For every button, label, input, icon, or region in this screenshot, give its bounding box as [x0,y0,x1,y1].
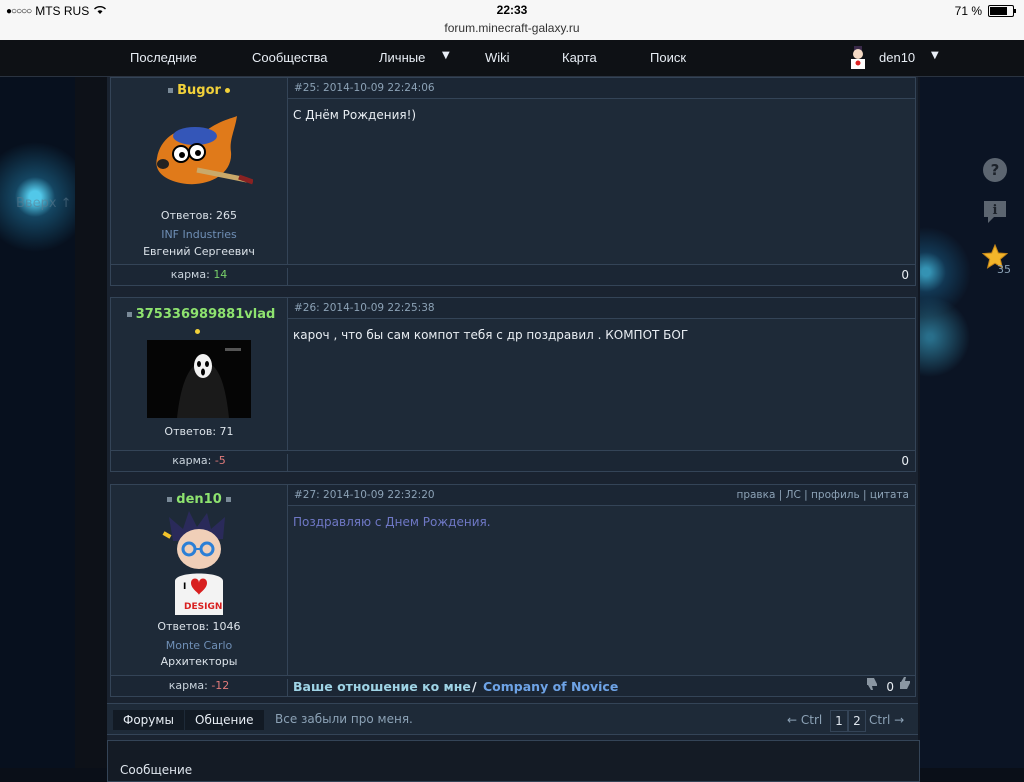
tab-forums[interactable]: Форумы [113,710,184,730]
reply-form[interactable]: Сообщение [107,740,920,782]
author-group-link[interactable]: INF Industries [111,228,287,241]
author-name[interactable]: Bugor [111,83,287,98]
author-avatar[interactable]: DESIGN I [161,511,241,615]
post-author: 375336989881vlad Ответов: 71 [111,298,288,451]
author-replies: Ответов: 1046 [157,620,241,633]
top-navigation: Последние Сообщества Личные ▼ Wiki Карта… [0,40,1024,77]
post-meta[interactable]: #26: 2014-10-09 22:25:38 [294,302,435,314]
author-name[interactable]: den10 [111,492,287,507]
post-header: #26: 2014-10-09 22:25:38 [288,298,915,319]
online-dot-icon [224,88,230,93]
nav-communities[interactable]: Сообщества [252,50,328,65]
forum-post: Bugor Ответов: 265 INF Industries Евгени… [110,77,916,286]
author-realname: Евгений Сергеевич [143,245,255,258]
karma-value: -12 [211,679,230,692]
post-footer: карма: -5 0 [111,450,915,471]
clock: 22:33 [496,3,528,17]
post-author: den10 DESIGN I Ответов: 1046 Monte Carlo… [111,485,288,676]
status-square-icon [167,497,173,502]
next-page-link[interactable]: Ctrl → [869,710,904,730]
nav-recent[interactable]: Последние [130,50,197,65]
page-2-button[interactable]: 2 [848,710,866,732]
battery-level [990,7,1008,15]
prev-page-link[interactable]: ← Ctrl [787,710,822,730]
thumbs-down-icon[interactable] [865,677,879,691]
post-score: 0 [886,680,894,694]
post-footer: карма: -12 Ваше отношение ко мне / Compa… [111,675,915,696]
post-meta[interactable]: #25: 2014-10-09 22:24:06 [294,82,435,94]
thumbs-up-icon[interactable] [898,676,912,690]
chevron-down-icon[interactable]: ▼ [442,50,450,61]
post-header: #25: 2014-10-09 22:24:06 [288,78,915,99]
company-link[interactable]: Company of Novice [483,679,618,694]
karma-value: -5 [214,454,226,467]
post-score: 0 [901,268,909,282]
scroll-to-top-link[interactable]: Вверх ↑ [16,196,72,211]
svg-text:i: i [993,203,998,218]
signature-separator: / [472,679,477,694]
author-replies: Ответов: 265 [160,209,238,222]
post-score: 0 [901,454,909,468]
post-meta[interactable]: #27: 2014-10-09 22:32:20 [294,489,435,501]
space-background-right [920,77,1024,768]
post-text: кароч , что бы сам компот тебя с др позд… [293,328,689,342]
tab-chat[interactable]: Общение [185,710,264,730]
help-icon[interactable]: ? [982,157,1008,183]
author-avatar[interactable] [147,114,253,190]
svg-text:I: I [183,582,186,592]
post-text: С Днём Рождения!) [293,108,417,122]
user-avatar-icon[interactable] [848,46,868,70]
post-footer: карма: 14 0 [111,264,915,285]
nav-map[interactable]: Карта [562,50,597,65]
author-group-link[interactable]: Monte Carlo [111,639,287,652]
attitude-link[interactable]: Ваше отношение ко мне [293,679,471,694]
post-text: Поздравляю с Днем Рождения. [293,515,491,529]
battery-info: 71 % [954,4,1016,18]
nav-search[interactable]: Поиск [650,50,686,65]
page-rail-left [75,77,107,768]
author-replies: Ответов: 71 [164,425,234,438]
star-count: 35 [997,263,1011,276]
karma-value: 14 [213,268,228,281]
nav-username[interactable]: den10 [879,50,915,65]
author-avatar[interactable] [147,340,251,418]
forum-footer-bar: Форумы Общение Все забыли про меня. ← Ct… [107,703,918,735]
forum-post: 375336989881vlad Ответов: 71 #26: 2014-1… [110,297,916,472]
battery-icon [988,5,1016,17]
svg-text:DESIGN: DESIGN [184,602,222,612]
chevron-down-icon[interactable]: ▼ [931,50,939,61]
forum-post: den10 DESIGN I Ответов: 1046 Monte Carlo… [110,484,916,697]
status-square-icon [126,312,132,317]
status-square-icon [168,88,174,93]
svg-text:?: ? [991,161,1000,179]
nav-wiki[interactable]: Wiki [485,50,510,65]
nav-personal[interactable]: Личные [379,50,425,65]
status-square-icon [225,497,231,502]
online-dot-icon [195,329,200,334]
karma: карма: -12 [111,679,288,696]
ios-status-bar: ●○○○○ MTS RUS 22:33 forum.minecraft-gala… [0,0,1024,40]
battery-percent: 71 % [954,4,982,18]
page-1-button[interactable]: 1 [830,710,848,732]
breadcrumb-topic[interactable]: Все забыли про меня. [275,712,413,726]
karma: карма: -5 [111,454,288,471]
author-role: Архитекторы [160,655,238,668]
url-bar[interactable]: forum.minecraft-galaxy.ru [0,21,1024,35]
space-background-left [0,77,75,768]
karma: карма: 14 [111,268,288,285]
info-icon[interactable]: i [982,199,1008,225]
post-header: #27: 2014-10-09 22:32:20 правка | ЛС | п… [288,485,915,506]
reply-label: Сообщение [120,763,193,777]
author-name[interactable]: 375336989881vlad [111,307,287,322]
post-author: Bugor Ответов: 265 INF Industries Евгени… [111,78,288,265]
post-actions[interactable]: правка | ЛС | профиль | цитата [736,489,909,501]
